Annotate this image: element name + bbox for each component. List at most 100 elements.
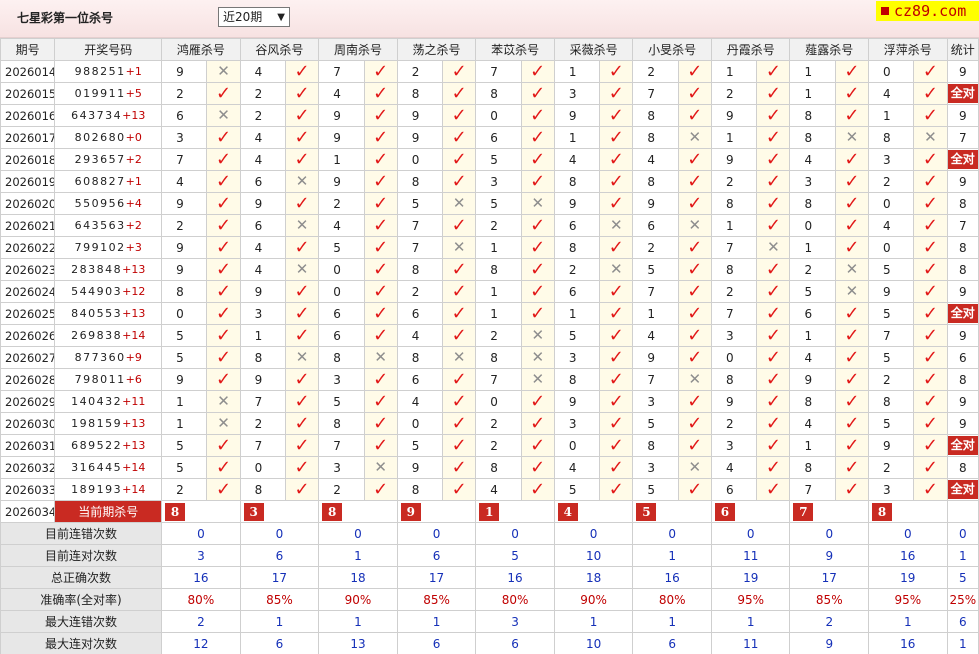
header-stats: 统计 [946, 38, 979, 61]
kill-number-cell: 8 [475, 258, 522, 281]
kill-number-cell: 3 [553, 346, 601, 369]
kill-number-cell: 4 [632, 148, 679, 171]
header-predictor-3[interactable]: 周南杀号 [318, 38, 398, 61]
kill-number-cell: 9 [239, 280, 286, 303]
kill-number-cell: 1 [475, 302, 522, 325]
stats-value: 6 [632, 632, 712, 654]
check-icon: ✓ [608, 192, 624, 214]
check-icon: ✓ [373, 280, 389, 302]
kill-number-cell: 4 [868, 82, 915, 105]
kill-number-cell: 9 [161, 368, 208, 391]
stats-value: 95% [868, 588, 948, 611]
stats-value: 1 [868, 610, 948, 633]
check-cell: ✓ [363, 434, 398, 457]
period-cell: 2026028 [0, 368, 56, 391]
stats-label: 总正确次数 [0, 566, 163, 589]
stats-value: 10 [553, 544, 634, 567]
all-correct-badge: 全对 [948, 84, 978, 103]
check-cell: ✓ [756, 280, 791, 303]
check-cell: ✓ [599, 302, 634, 325]
header-predictor-1[interactable]: 鸿雁杀号 [161, 38, 241, 61]
header-predictor-9[interactable]: 薤露杀号 [789, 38, 870, 61]
check-icon: ✓ [608, 170, 624, 192]
header-predictor-5[interactable]: 苯苡杀号 [475, 38, 555, 61]
check-cell: ✓ [206, 346, 241, 369]
period-range-select[interactable]: 近20期 ▼ [218, 7, 290, 27]
check-icon: ✓ [373, 412, 389, 434]
check-cell: ✓ [442, 368, 477, 391]
check-cell: ✓ [756, 302, 791, 325]
check-icon: ✓ [687, 236, 703, 258]
check-cell: ✓ [284, 126, 320, 149]
kill-number-cell: 2 [710, 412, 758, 435]
check-cell: ✓ [206, 258, 241, 281]
check-cell: ✓ [834, 456, 870, 479]
stats-value: 90% [318, 588, 398, 611]
kill-number-cell: 6 [632, 214, 679, 237]
stats-value: 80% [475, 588, 555, 611]
check-cell: ✓ [442, 324, 477, 347]
header-predictor-7[interactable]: 小旻杀号 [632, 38, 712, 61]
kill-number-cell: 5 [553, 324, 601, 347]
header-predictor-2[interactable]: 谷风杀号 [239, 38, 320, 61]
kill-number-cell: 9 [161, 192, 208, 215]
kill-number-cell: 6 [553, 214, 601, 237]
current-kill-value-cell: 6 [710, 500, 791, 523]
check-cell: ✓ [599, 126, 634, 149]
draw-number-cell: 877360+9 [54, 346, 163, 369]
check-icon: ✓ [922, 478, 938, 500]
stats-value: 9 [789, 632, 870, 654]
kill-number-cell: 4 [318, 82, 365, 105]
header-predictor-4[interactable]: 荡之杀号 [396, 38, 477, 61]
kill-number-cell: 5 [161, 324, 208, 347]
check-icon: ✓ [922, 236, 938, 258]
table-row: 2026015 019911+5 2 ✓ 2 ✓ 4 ✓ 8 ✓ 8 ✓ 3 ✓ 7 ✓ 2 ✓ 1 ✓ 4 ✓ 全对 [0, 82, 979, 105]
kill-number-cell: 6 [553, 280, 601, 303]
draw-sum: +3 [125, 241, 142, 254]
check-cell: ✓ [834, 82, 870, 105]
kill-number-cell: 3 [868, 148, 915, 171]
check-icon: ✓ [294, 434, 310, 456]
kill-number-cell: 7 [710, 236, 758, 259]
period-cell: 2026030 [0, 412, 56, 435]
kill-number-cell: 8 [789, 126, 836, 149]
check-icon: ✓ [451, 258, 467, 280]
check-cell: ✓ [520, 302, 555, 325]
check-cell: ✓ [284, 434, 320, 457]
kill-number-cell: 5 [318, 236, 365, 259]
page-title: 七星彩第一位杀号 [17, 11, 114, 25]
site-logo[interactable]: cz89.com [876, 1, 979, 21]
stats-value: 18 [318, 566, 398, 589]
check-cell: ✓ [363, 126, 398, 149]
kill-number-cell: 8 [789, 390, 836, 413]
kill-number-cell: 1 [789, 236, 836, 259]
stats-value: 6 [396, 632, 477, 654]
kill-number-cell: 8 [632, 170, 679, 193]
kill-number-cell: 0 [318, 280, 365, 303]
header-predictor-6[interactable]: 采薇杀号 [553, 38, 634, 61]
check-cell: ✓ [913, 456, 948, 479]
table-row: 2026018 293657+2 7 ✓ 4 ✓ 1 ✓ 0 ✓ 5 ✓ 4 ✓ 4 ✓ 9 ✓ 4 ✓ 3 ✓ 全对 [0, 148, 979, 171]
check-icon: ✓ [373, 324, 389, 346]
kill-number-cell: 4 [239, 148, 286, 171]
kill-number-cell: 5 [475, 192, 522, 215]
check-cell: ✓ [756, 368, 791, 391]
stats-value: 1 [396, 610, 477, 633]
draw-digits: 988251 [74, 65, 126, 78]
stat-cell: 全对 [946, 478, 979, 501]
header-predictor-10[interactable]: 浮萍杀号 [868, 38, 948, 61]
current-period-cell: 2026034 [0, 500, 56, 523]
stats-row: 总正确次数 16 17 18 17 16 18 16 19 17 19 5 [0, 566, 979, 589]
kill-number-cell: 5 [789, 280, 836, 303]
kill-number-cell: 5 [868, 346, 915, 369]
check-cell: ✓ [834, 302, 870, 325]
kill-number-cell: 5 [553, 478, 601, 501]
kill-number-cell: 2 [553, 258, 601, 281]
check-cell: ✓ [206, 280, 241, 303]
kill-number-cell: 4 [239, 236, 286, 259]
kill-number-cell: 9 [710, 390, 758, 413]
check-cell: ✓ [677, 82, 712, 105]
draw-number-cell: 550956+4 [54, 192, 163, 215]
header-predictor-8[interactable]: 丹霞杀号 [710, 38, 791, 61]
check-cell: ✓ [834, 390, 870, 413]
